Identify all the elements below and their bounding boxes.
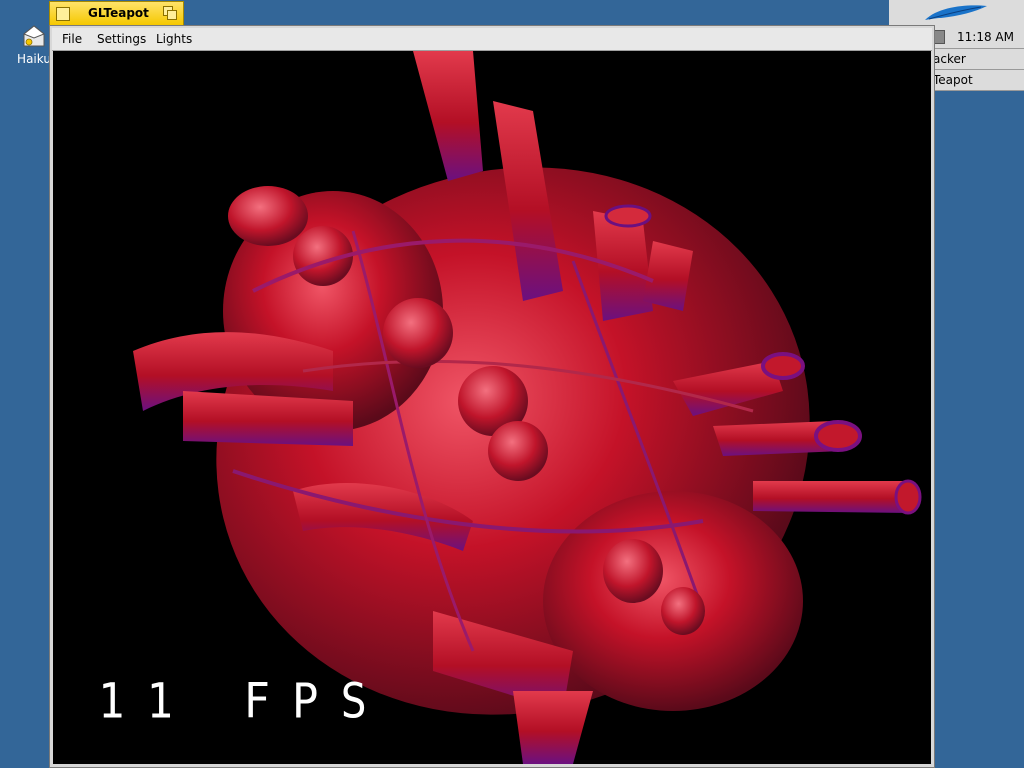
close-button[interactable]: [56, 7, 70, 21]
window-tab[interactable]: GLTeapot: [49, 1, 184, 25]
menu-file[interactable]: File: [62, 32, 82, 46]
glteapot-window: File Settings Lights 11 FPS: [49, 25, 935, 768]
menubar: File Settings Lights: [52, 28, 932, 51]
menu-settings[interactable]: Settings: [97, 32, 146, 46]
deskbar-item-glteapot[interactable]: Teapot: [929, 70, 1024, 91]
deskbar-item-label: Teapot: [933, 73, 973, 87]
gl-viewport[interactable]: [53, 51, 931, 764]
desktop-icon-label: Haiku: [17, 52, 51, 66]
clock[interactable]: 11:18 AM: [957, 30, 1014, 44]
menu-lights[interactable]: Lights: [156, 32, 192, 46]
deskbar-item-tracker[interactable]: acker: [929, 49, 1024, 70]
zoom-button[interactable]: [163, 6, 177, 20]
desktop-icon-haiku[interactable]: Haiku: [14, 22, 54, 66]
rendered-3d-model: [133, 51, 922, 764]
fps-counter: 11 FPS: [98, 673, 389, 730]
window-title: GLTeapot: [88, 6, 149, 20]
deskbar-leaf-menu[interactable]: [889, 0, 1024, 27]
disk-icon: [20, 22, 48, 50]
feather-icon: [925, 5, 987, 20]
deskbar-tray: 11:18 AM: [929, 26, 1024, 49]
